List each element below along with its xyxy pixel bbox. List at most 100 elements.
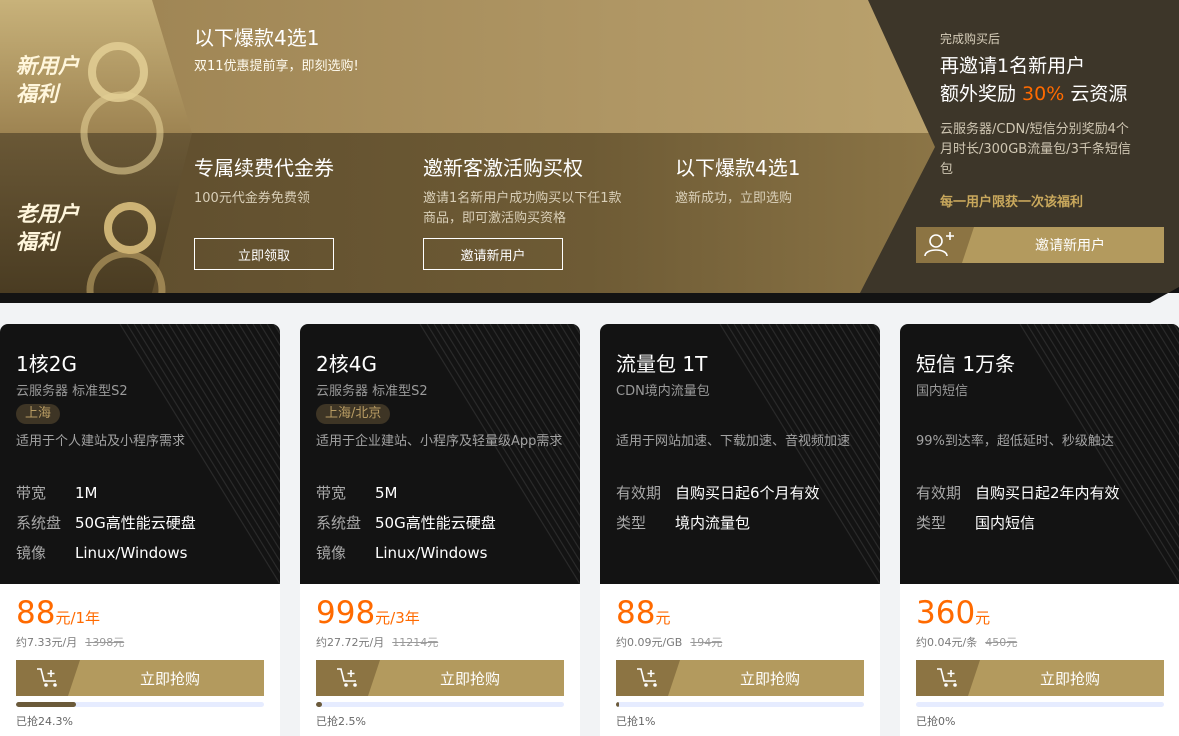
product-card-sms-10k: 短信 1万条 国内短信 99%到达率，超低延时、秒级触达 有效期 自购买日起2年内… — [900, 324, 1179, 736]
invite-new-user-bar-button[interactable]: 邀请新用户 — [916, 227, 1164, 263]
spec-key: 类型 — [916, 514, 947, 532]
buy-button-label: 立即抢购 — [1039, 669, 1100, 688]
buy-button-label: 立即抢购 — [439, 669, 500, 688]
spec-value: Linux/Windows — [75, 544, 188, 562]
sold-progress-track — [16, 702, 264, 707]
spec-value: 自购买日起6个月有效 — [675, 484, 820, 502]
old-user-tag: 老用户 福利 — [16, 202, 79, 254]
sold-progress-fill — [616, 702, 619, 707]
product-card-cdn-traffic-1t: 流量包 1T CDN境内流量包 适用于网站加速、下载加速、音视频加速 有效期 自购… — [600, 324, 880, 736]
price: 88元/1年 — [16, 596, 100, 630]
price-value: 88 — [16, 595, 56, 631]
buy-now-button[interactable]: 立即抢购 — [16, 660, 264, 696]
price-per: 约27.72元/月 — [316, 636, 385, 649]
reward-desc: 云服务器/CDN/短信分别奖励4个月时长/300GB流量包/3千条短信包 — [940, 122, 1131, 177]
voucher-desc: 100元代金券免费领 — [194, 191, 310, 206]
buy-now-button[interactable]: 立即抢购 — [916, 660, 1164, 696]
cart-icon — [37, 668, 57, 687]
product-subtitle: 云服务器 标准型S2 — [316, 384, 428, 399]
spec-value: 国内短信 — [975, 514, 1036, 532]
reward-suffix: 云资源 — [1064, 83, 1128, 105]
spec-key: 带宽 — [316, 484, 347, 502]
spec-value: 5M — [375, 484, 398, 502]
reward-prefix: 额外奖励 — [940, 83, 1023, 105]
buy-button-label: 立即抢购 — [139, 669, 200, 688]
spec-key: 有效期 — [616, 484, 662, 502]
sold-percent: 已抢1% — [616, 715, 656, 728]
add-user-icon — [924, 232, 954, 257]
cart-icon — [337, 668, 357, 687]
invite-reward-line1: 再邀请1名新用户 — [940, 55, 1086, 77]
sold-percent: 已抢2.5% — [316, 715, 366, 728]
product-desc: 适用于网站加速、下载加速、音视频加速 — [616, 434, 851, 449]
spec-row: 有效期 自购买日起6个月有效 — [616, 483, 820, 503]
sold-progress-track — [916, 702, 1164, 707]
reward-limit-note: 每一用户限获一次该福利 — [940, 195, 1084, 210]
invite-new-user-button[interactable]: 邀请新用户 — [423, 238, 563, 270]
product-card-cloud-server-1c2g: 1核2G 云服务器 标准型S2 上海 适用于个人建站及小程序需求 带宽 1M 系统盘… — [0, 324, 280, 736]
original-price: 450元 — [985, 636, 1018, 649]
spec-row: 类型 境内流量包 — [616, 513, 750, 533]
price: 88元 — [616, 596, 670, 630]
promo-banner: 新用户 福利 老用户 福利 以下爆款4选1 双11优惠提前享，即刻选购! 专属续… — [0, 0, 1179, 303]
price-per: 约7.33元/月 — [16, 636, 78, 649]
spec-value: 境内流量包 — [675, 514, 751, 532]
spec-row: 类型 国内短信 — [916, 513, 1035, 533]
invite-reward-line2: 额外奖励 30% 云资源 — [940, 80, 1127, 108]
new-user-tag: 新用户 福利 — [16, 54, 79, 106]
spec-key: 镜像 — [16, 544, 47, 562]
product-subtitle: CDN境内流量包 — [616, 384, 710, 399]
sold-percent: 已抢24.3% — [16, 715, 73, 728]
product-subtitle: 云服务器 标准型S2 — [16, 384, 128, 399]
product-title: 短信 1万条 — [916, 352, 1016, 376]
after-purchase-label: 完成购买后 — [940, 32, 1001, 46]
price-detail: 约0.09元/GB 194元 — [616, 634, 722, 650]
buy-now-button[interactable]: 立即抢购 — [616, 660, 864, 696]
price-value: 998 — [316, 595, 376, 631]
pick-one-title: 以下爆款4选1 — [675, 156, 801, 180]
region-badge: 上海 — [16, 404, 61, 424]
sold-progress-track — [616, 702, 864, 707]
page: 新用户 福利 老用户 福利 以下爆款4选1 双11优惠提前享，即刻选购! 专属续… — [0, 0, 1179, 736]
spec-row: 系统盘 50G高性能云硬盘 — [316, 513, 496, 533]
price: 998元/3年 — [316, 596, 420, 630]
product-desc: 99%到达率，超低延时、秒级触达 — [916, 434, 1114, 449]
price-per: 约0.09元/GB — [616, 636, 683, 649]
sold-percent: 已抢0% — [916, 715, 956, 728]
price-unit: 元/1年 — [55, 609, 101, 627]
product-title: 流量包 1T — [616, 352, 708, 376]
reward-percent: 30% — [1022, 83, 1065, 105]
spec-key: 镜像 — [316, 544, 347, 562]
spec-value: 1M — [75, 484, 98, 502]
original-price: 1398元 — [85, 636, 125, 649]
region-badge: 上海/北京 — [316, 404, 391, 424]
spec-row: 系统盘 50G高性能云硬盘 — [16, 513, 196, 533]
invite-activate-desc: 邀请1名新用户成功购买以下任1款商品，即可激活购买资格 — [423, 191, 622, 226]
invite-activate-title: 邀新客激活购买权 — [423, 156, 583, 180]
price: 360元 — [916, 596, 990, 630]
original-price: 11214元 — [392, 636, 439, 649]
voucher-title: 专属续费代金券 — [194, 156, 334, 180]
spec-key: 带宽 — [16, 484, 47, 502]
invite-bar-label: 邀请新用户 — [1035, 238, 1105, 254]
card-header: 流量包 1T CDN境内流量包 适用于网站加速、下载加速、音视频加速 有效期 自购… — [600, 324, 880, 584]
buy-now-button[interactable]: 立即抢购 — [316, 660, 564, 696]
price-unit: 元/3年 — [375, 609, 420, 627]
price-value: 88 — [616, 595, 656, 631]
new-user-subtitle: 双11优惠提前享，即刻选购! — [194, 59, 359, 74]
claim-voucher-button[interactable]: 立即领取 — [194, 238, 334, 270]
price-detail: 约0.04元/条 450元 — [916, 634, 1017, 650]
spec-key: 有效期 — [916, 484, 962, 502]
cart-icon — [937, 668, 957, 687]
original-price: 194元 — [690, 636, 723, 649]
spec-key: 系统盘 — [316, 514, 362, 532]
spec-row: 镜像 Linux/Windows — [316, 543, 487, 563]
pick-one-desc: 邀新成功，立即选购 — [675, 191, 793, 206]
product-subtitle: 国内短信 — [916, 384, 969, 399]
spec-row: 带宽 5M — [316, 483, 398, 503]
card-header: 短信 1万条 国内短信 99%到达率，超低延时、秒级触达 有效期 自购买日起2年内… — [900, 324, 1179, 584]
new-user-title: 以下爆款4选1 — [194, 26, 320, 50]
buy-button-label: 立即抢购 — [739, 669, 800, 688]
spec-key: 类型 — [616, 514, 647, 532]
price-unit: 元 — [975, 609, 991, 627]
